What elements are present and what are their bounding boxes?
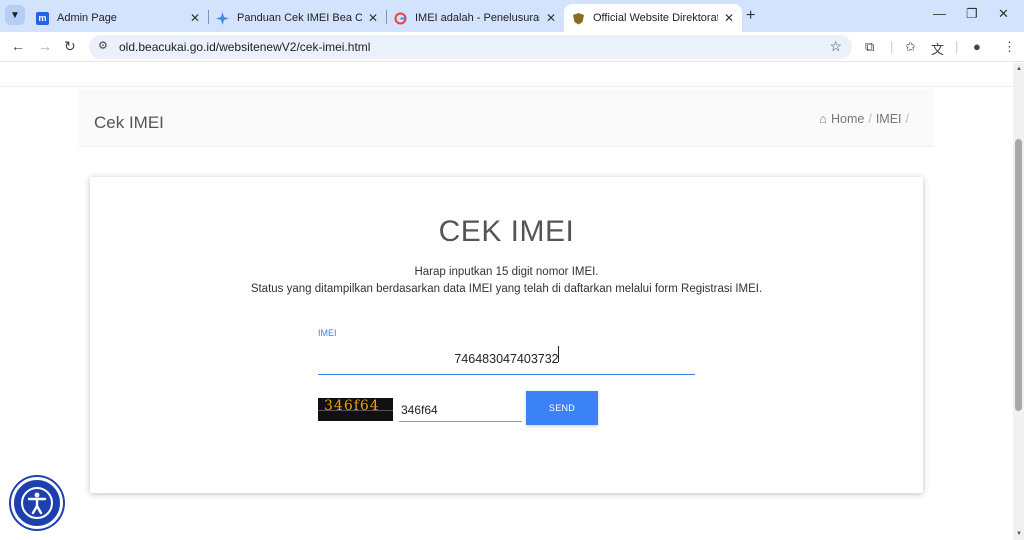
imei-input[interactable] (318, 343, 695, 375)
page-scrollbar[interactable]: ▲ ▼ (1013, 63, 1024, 540)
breadcrumb-current: IMEI (875, 112, 902, 126)
close-icon[interactable]: ✕ (190, 11, 200, 25)
captcha-text: 346f64 (324, 398, 380, 414)
menu-kebab-icon[interactable]: ⋮ (1003, 39, 1016, 55)
sparkle-icon (216, 11, 229, 25)
page-content: Cek IMEI ⌂ Home / IMEI / CEK IMEI Harap … (0, 63, 1013, 540)
chevron-down-icon: ▼ (10, 9, 20, 21)
address-bar[interactable]: ⚙ old.beacukai.go.id/websitenewV2/cek-im… (89, 35, 852, 59)
tab-admin-page[interactable]: m Admin Page ✕ (28, 4, 208, 32)
tab-google-search[interactable]: IMEI adalah - Penelusuran Goo ✕ (386, 4, 564, 32)
tab-title: IMEI adalah - Penelusuran Goo (415, 12, 540, 24)
site-info-icon[interactable]: ⚙ (98, 39, 108, 52)
accessibility-icon (21, 487, 53, 519)
scrollbar-thumb[interactable] (1015, 139, 1022, 411)
close-icon[interactable]: ✕ (546, 11, 556, 25)
extensions-icon[interactable]: ⧉ (865, 39, 874, 55)
tab-panduan[interactable]: Panduan Cek IMEI Bea Cukai Le ✕ (208, 4, 386, 32)
bookmark-star-icon[interactable]: ☆ (829, 38, 842, 55)
breadcrumb-separator: / (905, 112, 909, 126)
forward-button[interactable]: → (38, 38, 52, 54)
translate-icon[interactable]: 文 (931, 39, 944, 58)
imei-field-label: IMEI (318, 328, 337, 338)
breadcrumb-separator: / (868, 112, 872, 126)
browser-toolbar: ← → ↻ ⚙ old.beacukai.go.id/websitenewV2/… (0, 32, 1024, 62)
google-icon (394, 12, 407, 25)
home-icon: ⌂ (819, 112, 827, 126)
captcha-image: 346f64 (318, 398, 393, 421)
page-title: Cek IMEI (94, 113, 164, 132)
divider (0, 86, 1013, 87)
tab-title: Official Website Direktorat Jend (593, 12, 718, 24)
profile-avatar-icon[interactable]: ● (973, 39, 981, 54)
close-icon[interactable]: ✕ (368, 11, 378, 25)
tab-search-button[interactable]: ▼ (5, 5, 25, 25)
captcha-input[interactable] (399, 398, 522, 422)
back-button[interactable]: ← (11, 38, 25, 54)
tab-title: Admin Page (57, 12, 117, 24)
form-instruction: Harap inputkan 15 digit nomor IMEI. (414, 266, 599, 278)
minimize-button[interactable]: — (933, 6, 946, 21)
restore-button[interactable]: ❐ (966, 6, 978, 22)
form-status-note: Status yang ditampilkan berdasarkan data… (250, 283, 763, 295)
new-tab-button[interactable]: + (746, 7, 755, 25)
tab-strip: ▼ m Admin Page ✕ Panduan Cek IMEI Bea Cu… (0, 0, 1024, 32)
imei-check-card: CEK IMEI Harap inputkan 15 digit nomor I… (90, 177, 923, 493)
form-heading: CEK IMEI (438, 215, 575, 248)
tab-title: Panduan Cek IMEI Bea Cukai Le (237, 12, 362, 24)
scroll-down-icon[interactable]: ▼ (1016, 531, 1022, 537)
scroll-up-icon[interactable]: ▲ (1016, 66, 1022, 72)
toolbar-divider: | (955, 39, 959, 54)
page-title-bar: Cek IMEI ⌂ Home / IMEI / (79, 89, 934, 147)
accessibility-button[interactable] (11, 477, 63, 529)
reload-button[interactable]: ↻ (64, 38, 76, 55)
m-icon: m (36, 11, 49, 25)
bookmarks-icon[interactable]: ✩ (905, 39, 916, 55)
text-caret (558, 346, 559, 362)
close-window-button[interactable]: ✕ (998, 6, 1009, 22)
toolbar-divider: | (890, 39, 894, 54)
beacukai-icon (572, 12, 585, 25)
send-button[interactable]: SEND (526, 391, 598, 425)
tab-beacukai[interactable]: Official Website Direktorat Jend ✕ (564, 4, 742, 32)
breadcrumb-home-link[interactable]: Home (831, 112, 864, 126)
url-text: old.beacukai.go.id/websitenewV2/cek-imei… (119, 40, 371, 54)
close-icon[interactable]: ✕ (724, 11, 734, 25)
breadcrumb: ⌂ Home / IMEI / (819, 112, 909, 126)
